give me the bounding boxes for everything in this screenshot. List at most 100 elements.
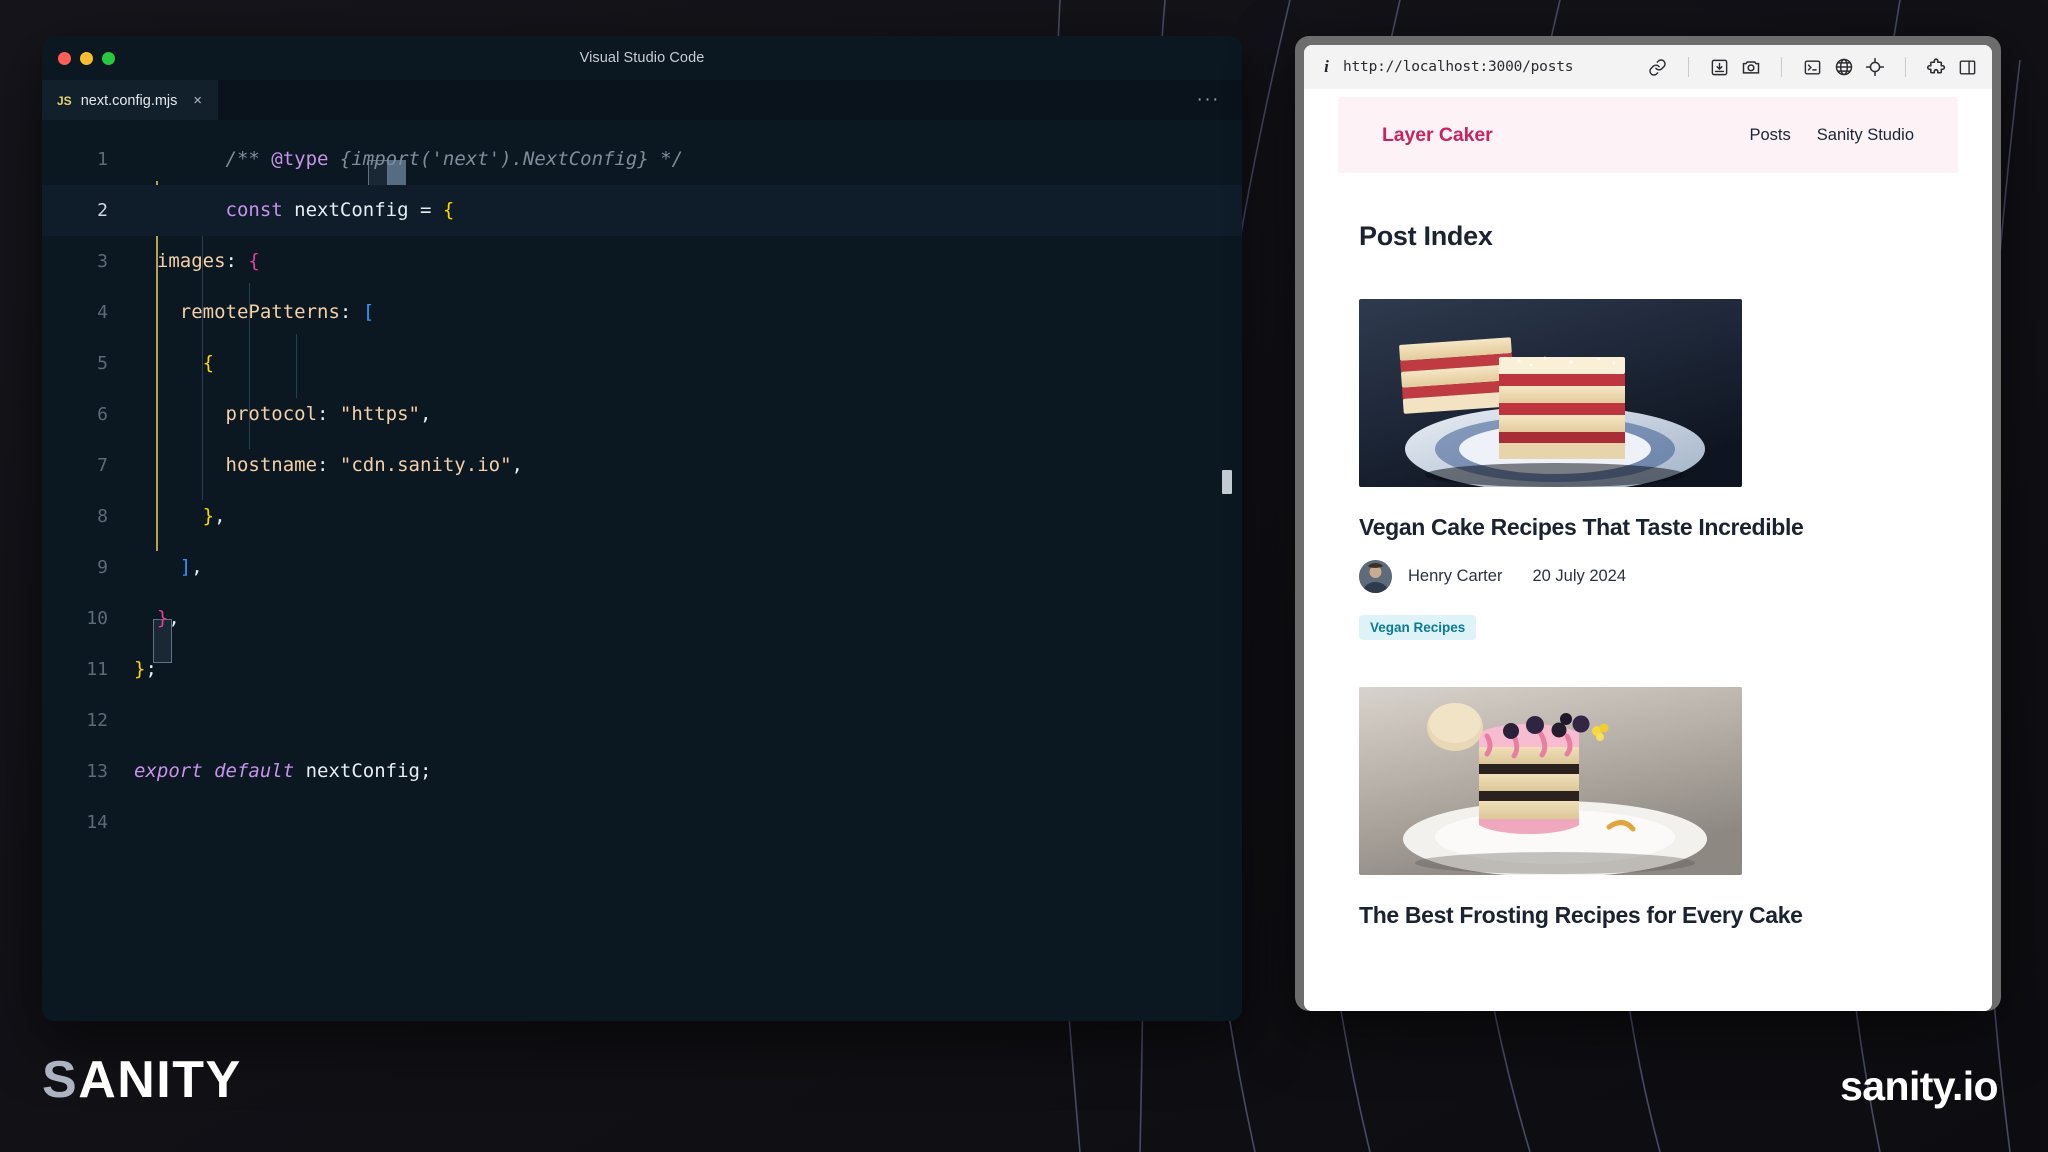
post-thumbnail-image[interactable]	[1359, 687, 1742, 875]
line-number: 8	[97, 506, 108, 527]
info-icon[interactable]: i	[1320, 57, 1333, 77]
line-number: 3	[97, 251, 108, 272]
download-inbox-icon[interactable]	[1709, 57, 1730, 78]
close-icon[interactable]: ×	[193, 93, 202, 108]
editor-actions-overflow-icon[interactable]: ···	[1197, 80, 1242, 120]
code-token-variable: nextConfig	[282, 199, 420, 221]
avatar	[1359, 560, 1392, 593]
terminal-icon[interactable]	[1802, 57, 1823, 78]
browser-toolbar: i http://localhost:3000/posts	[1304, 45, 1992, 89]
puzzle-extension-icon[interactable]	[1926, 57, 1947, 78]
code-token-brace: {	[442, 199, 455, 221]
code-line: 9 ],	[42, 542, 1242, 593]
nav-link-posts[interactable]: Posts	[1749, 126, 1790, 145]
line-number: 5	[97, 353, 108, 374]
line-number: 6	[97, 404, 108, 425]
post-date: 20 July 2024	[1532, 567, 1627, 585]
post-card[interactable]: The Best Frosting Recipes for Every Cake	[1359, 687, 1948, 929]
code-token-keyword: export default	[134, 760, 295, 782]
code-line: 11 };	[42, 644, 1242, 695]
vscode-window: Visual Studio Code JS next.config.mjs × …	[42, 36, 1242, 1021]
code-token-brace: {	[248, 250, 260, 272]
post-meta: Henry Carter 20 July 2024	[1359, 560, 1948, 593]
code-token-comma: ,	[214, 505, 226, 527]
code-token-comma: ,	[168, 607, 180, 629]
link-icon[interactable]	[1647, 57, 1668, 78]
code-line: 10 },	[42, 593, 1242, 644]
toolbar-divider	[1781, 57, 1782, 77]
window-title: Visual Studio Code	[579, 50, 705, 66]
code-token-brace: }	[202, 505, 215, 527]
code-line: 13 export default nextConfig;	[42, 746, 1242, 797]
line-number: 1	[97, 149, 108, 170]
code-token-variable: nextConfig	[294, 760, 420, 782]
post-thumbnail-image[interactable]	[1359, 299, 1742, 487]
vscode-titlebar: Visual Studio Code	[42, 36, 1242, 80]
post-card[interactable]: Vegan Cake Recipes That Taste Incredible…	[1359, 299, 1948, 640]
code-line: 4 remotePatterns: [	[42, 287, 1242, 338]
sanity-logo-rest: ANITY	[78, 1051, 242, 1109]
code-token-property: images	[156, 250, 226, 272]
minimize-window-button[interactable]	[80, 51, 93, 65]
sanity-logo: S ANITY	[42, 1050, 242, 1110]
toolbar-divider	[1688, 57, 1689, 77]
close-window-button[interactable]	[58, 51, 71, 65]
window-traffic-lights[interactable]	[58, 51, 115, 65]
sidebar-panel-icon[interactable]	[1957, 57, 1978, 78]
nav-link-sanity-studio[interactable]: Sanity Studio	[1817, 126, 1914, 145]
sanity-io-domain: sanity.io	[1840, 1063, 1998, 1109]
code-token-brace: {	[202, 352, 215, 374]
code-line: 3 images: {	[42, 236, 1242, 287]
site-header: Layer Caker Posts Sanity Studio	[1338, 97, 1958, 173]
website-viewport[interactable]: Layer Caker Posts Sanity Studio Post Ind…	[1304, 89, 1992, 1011]
code-token-colon: :	[317, 454, 340, 476]
line-number: 4	[97, 302, 108, 323]
line-number: 13	[86, 761, 108, 782]
post-title[interactable]: Vegan Cake Recipes That Taste Incredible	[1359, 514, 1948, 541]
crosshair-icon[interactable]	[1864, 57, 1885, 78]
page-title: Post Index	[1359, 221, 1493, 251]
address-bar-url[interactable]: http://localhost:3000/posts	[1343, 59, 1574, 75]
code-token-string: "https"	[339, 403, 420, 425]
tab-next-config-mjs[interactable]: JS next.config.mjs ×	[42, 80, 218, 120]
code-token-comma: ,	[420, 403, 432, 425]
toolbar-divider	[1905, 57, 1906, 77]
maximize-window-button[interactable]	[102, 51, 115, 65]
camera-icon[interactable]	[1740, 57, 1761, 78]
line-number: 12	[86, 710, 108, 731]
line-number: 2	[97, 200, 108, 221]
code-line: 7 hostname: "cdn.sanity.io",	[42, 440, 1242, 491]
line-number: 7	[97, 455, 108, 476]
code-token-keyword: const	[225, 199, 283, 221]
code-token-colon: :	[317, 403, 340, 425]
code-line: 14	[42, 797, 1242, 848]
code-token-operator: =	[420, 199, 443, 221]
code-token-comma: ,	[511, 454, 523, 476]
code-token-semicolon: ;	[145, 658, 157, 680]
code-token-bracket: [	[362, 301, 375, 323]
line-number: 10	[86, 608, 108, 629]
editor-tab-bar: JS next.config.mjs × ···	[42, 80, 1242, 120]
code-token-comma: ,	[191, 556, 203, 578]
code-editor[interactable]: 1 /** @type {import('next').NextConfig} …	[42, 120, 1242, 1021]
line-number: 14	[86, 812, 108, 833]
post-title[interactable]: The Best Frosting Recipes for Every Cake	[1359, 902, 1948, 929]
sanity-logo-s: S	[42, 1051, 79, 1109]
line-number: 9	[97, 557, 108, 578]
code-token-property: hostname	[225, 454, 318, 476]
code-token-brace: }	[134, 658, 146, 680]
code-line: 8 },	[42, 491, 1242, 542]
globe-icon[interactable]	[1833, 57, 1854, 78]
tab-label: next.config.mjs	[80, 92, 178, 109]
site-navigation: Posts Sanity Studio	[1749, 126, 1914, 145]
site-brand-logo[interactable]: Layer Caker	[1382, 124, 1493, 147]
post-category-tag[interactable]: Vegan Recipes	[1359, 615, 1477, 640]
browser-window: i http://localhost:3000/posts Layer Cake…	[1295, 36, 2001, 1011]
line-number: 11	[86, 659, 108, 680]
code-token-string: "cdn.sanity.io"	[339, 454, 512, 476]
code-token-brace: }	[156, 607, 169, 629]
code-token-property: remotePatterns	[179, 301, 340, 323]
js-file-icon: JS	[57, 93, 72, 108]
post-author: Henry Carter	[1408, 567, 1503, 585]
code-line: 6 protocol: "https",	[42, 389, 1242, 440]
